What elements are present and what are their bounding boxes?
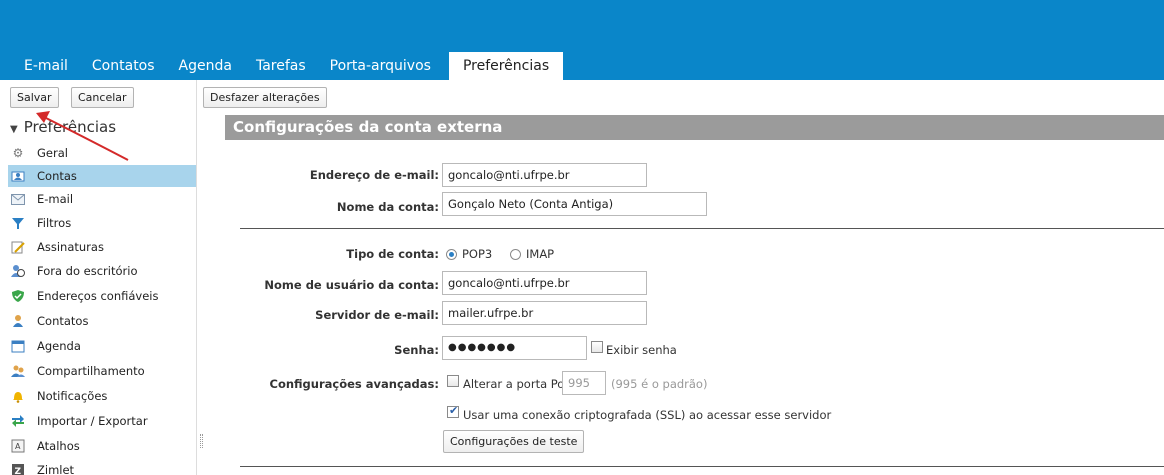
pop3-label: POP3 bbox=[462, 247, 493, 261]
toolbar: Salvar Cancelar Desfazer alterações bbox=[0, 80, 1164, 110]
envelope-icon bbox=[10, 191, 26, 207]
divider-bottom bbox=[240, 466, 1164, 467]
sidebar-item-label: Assinaturas bbox=[37, 240, 104, 254]
server-label: Servidor de e-mail: bbox=[315, 308, 439, 322]
sidebar-item-contas[interactable]: Contas bbox=[8, 165, 196, 187]
import-export-icon bbox=[10, 413, 26, 429]
svg-text:A: A bbox=[15, 442, 21, 451]
sidebar-item-label: Agenda bbox=[37, 339, 81, 353]
sidebar-item-label: Endereços confiáveis bbox=[37, 289, 159, 303]
save-button[interactable]: Salvar bbox=[10, 87, 59, 108]
change-port-label: Alterar a porta Pop bbox=[463, 377, 572, 391]
sidebar-item-email[interactable]: E-mail bbox=[8, 188, 196, 210]
sidebar-item-agenda[interactable]: Agenda bbox=[8, 335, 196, 357]
show-password-label: Exibir senha bbox=[606, 343, 677, 357]
account-name-field[interactable]: Gonçalo Neto (Conta Antiga) bbox=[442, 192, 707, 216]
sidebar-item-filtros[interactable]: Filtros bbox=[8, 212, 196, 234]
sidebar-item-label: Zimlet bbox=[37, 463, 75, 475]
cancel-button[interactable]: Cancelar bbox=[71, 87, 134, 108]
show-password-checkbox[interactable] bbox=[591, 341, 603, 353]
sidebar-item-label: Notificações bbox=[37, 389, 108, 403]
sidebar-item-compartilhamento[interactable]: Compartilhamento bbox=[8, 360, 196, 382]
tab-email[interactable]: E-mail bbox=[12, 52, 80, 80]
ssl-label: Usar uma conexão criptografada (SSL) ao … bbox=[463, 408, 832, 422]
shield-check-icon bbox=[10, 288, 26, 304]
sidebar-item-enderecos-confiaveis[interactable]: Endereços confiáveis bbox=[8, 285, 196, 307]
sidebar-item-label: Contatos bbox=[37, 314, 89, 328]
sidebar-item-label: E-mail bbox=[37, 192, 74, 206]
sidebar-item-geral[interactable]: ⚙ Geral bbox=[8, 142, 196, 164]
advanced-settings-label: Configurações avançadas: bbox=[269, 377, 440, 391]
sharing-icon bbox=[10, 363, 26, 379]
sidebar-item-label: Compartilhamento bbox=[37, 364, 145, 378]
accounts-icon bbox=[10, 168, 26, 184]
imap-label: IMAP bbox=[526, 247, 555, 261]
sidebar-item-label: Geral bbox=[37, 146, 68, 160]
gear-icon: ⚙ bbox=[12, 146, 24, 160]
password-field[interactable]: ●●●●●●● bbox=[442, 336, 587, 360]
contact-icon bbox=[10, 313, 26, 329]
sidebar-item-label: Contas bbox=[37, 169, 77, 183]
username-field[interactable]: goncalo@nti.ufrpe.br bbox=[442, 271, 647, 295]
sidebar-item-assinaturas[interactable]: Assinaturas bbox=[8, 236, 196, 258]
keyboard-icon: A bbox=[10, 438, 26, 454]
sidebar-item-label: Filtros bbox=[37, 216, 72, 230]
imap-radio[interactable] bbox=[510, 249, 521, 260]
signature-icon bbox=[10, 239, 26, 255]
svg-text:Z: Z bbox=[15, 467, 22, 475]
username-label: Nome de usuário da conta: bbox=[264, 278, 439, 292]
pop3-radio[interactable] bbox=[446, 249, 457, 260]
tab-tarefas[interactable]: Tarefas bbox=[244, 52, 318, 80]
sidebar-item-zimlet[interactable]: Z Zimlet bbox=[8, 459, 196, 475]
tab-preferencias[interactable]: Preferências bbox=[448, 52, 564, 80]
email-label: Endereço de e-mail: bbox=[309, 168, 439, 182]
port-field[interactable]: 995 bbox=[562, 371, 606, 395]
sidebar-header-label: Preferências bbox=[23, 118, 117, 136]
ssl-checkbox[interactable] bbox=[447, 404, 459, 418]
sidebar-resize-handle[interactable] bbox=[200, 434, 203, 448]
tab-porta-arquivos[interactable]: Porta-arquivos bbox=[318, 52, 443, 80]
sidebar-item-label: Fora do escritório bbox=[37, 264, 138, 278]
test-settings-button[interactable]: Configurações de teste bbox=[443, 430, 585, 453]
section-title: Configurações da conta externa bbox=[225, 115, 1164, 140]
email-field[interactable]: goncalo@nti.ufrpe.br bbox=[442, 163, 647, 187]
filter-icon bbox=[10, 215, 26, 231]
app-tabs: E-mail Contatos Agenda Tarefas Porta-arq… bbox=[0, 52, 564, 80]
password-label: Senha: bbox=[394, 343, 439, 357]
server-field[interactable]: mailer.ufrpe.br bbox=[442, 301, 647, 325]
sidebar-item-fora-do-escritorio[interactable]: Fora do escritório bbox=[8, 260, 196, 282]
account-name-label: Nome da conta: bbox=[336, 200, 439, 214]
sidebar-item-importar-exportar[interactable]: Importar / Exportar bbox=[8, 410, 196, 432]
divider bbox=[240, 228, 1164, 229]
port-default-hint: (995 é o padrão) bbox=[611, 377, 708, 391]
collapse-triangle-icon[interactable]: ▼ bbox=[10, 124, 18, 135]
account-type-label: Tipo de conta: bbox=[346, 247, 439, 261]
pane-divider bbox=[196, 80, 197, 475]
sidebar-item-atalhos[interactable]: A Atalhos bbox=[8, 435, 196, 457]
undo-changes-button[interactable]: Desfazer alterações bbox=[203, 87, 327, 108]
sidebar-item-contatos[interactable]: Contatos bbox=[8, 310, 196, 332]
calendar-icon bbox=[10, 338, 26, 354]
sidebar-item-label: Importar / Exportar bbox=[37, 414, 148, 428]
sidebar-item-label: Atalhos bbox=[37, 439, 80, 453]
tab-agenda[interactable]: Agenda bbox=[167, 52, 244, 80]
zimlet-icon: Z bbox=[10, 462, 26, 475]
tab-contatos[interactable]: Contatos bbox=[80, 52, 167, 80]
preferences-sidebar: ▼ Preferências ⚙ Geral Contas E-mail Filt… bbox=[0, 112, 196, 475]
out-of-office-icon bbox=[10, 263, 26, 279]
sidebar-header[interactable]: ▼ Preferências bbox=[10, 118, 116, 136]
change-port-checkbox[interactable] bbox=[447, 375, 459, 387]
bell-icon bbox=[10, 388, 26, 404]
sidebar-item-notificacoes[interactable]: Notificações bbox=[8, 385, 196, 407]
